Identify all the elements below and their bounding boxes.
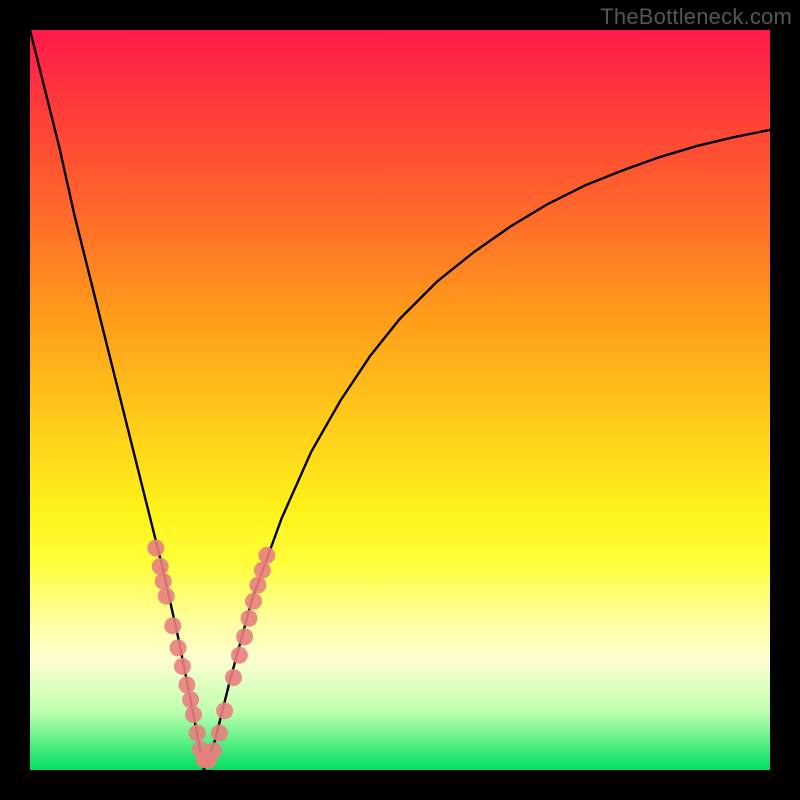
bead-point <box>249 577 266 594</box>
chart-svg <box>30 30 770 770</box>
bead-point <box>185 706 202 723</box>
bead-point <box>155 573 172 590</box>
bead-point <box>178 676 195 693</box>
bead-point <box>231 647 248 664</box>
bead-point <box>236 628 253 645</box>
bead-point <box>200 752 217 769</box>
bead-point <box>158 588 175 605</box>
bead-point <box>225 669 242 686</box>
bead-point <box>205 742 222 759</box>
bead-point <box>170 639 187 656</box>
plot-area <box>30 30 770 770</box>
bead-point <box>182 691 199 708</box>
bead-point <box>189 725 206 742</box>
bead-point <box>152 558 169 575</box>
bead-point <box>174 658 191 675</box>
bead-point <box>258 547 275 564</box>
bead-point <box>147 540 164 557</box>
bead-point <box>245 593 262 610</box>
watermark-text: TheBottleneck.com <box>600 4 792 30</box>
bead-point <box>164 617 181 634</box>
bead-point <box>216 702 233 719</box>
bead-point <box>192 741 209 758</box>
bottleneck-curve <box>30 30 770 770</box>
bead-point <box>211 725 228 742</box>
bead-point <box>254 562 271 579</box>
bead-point <box>241 610 258 627</box>
bead-cluster <box>147 540 275 769</box>
bead-point <box>195 751 212 768</box>
